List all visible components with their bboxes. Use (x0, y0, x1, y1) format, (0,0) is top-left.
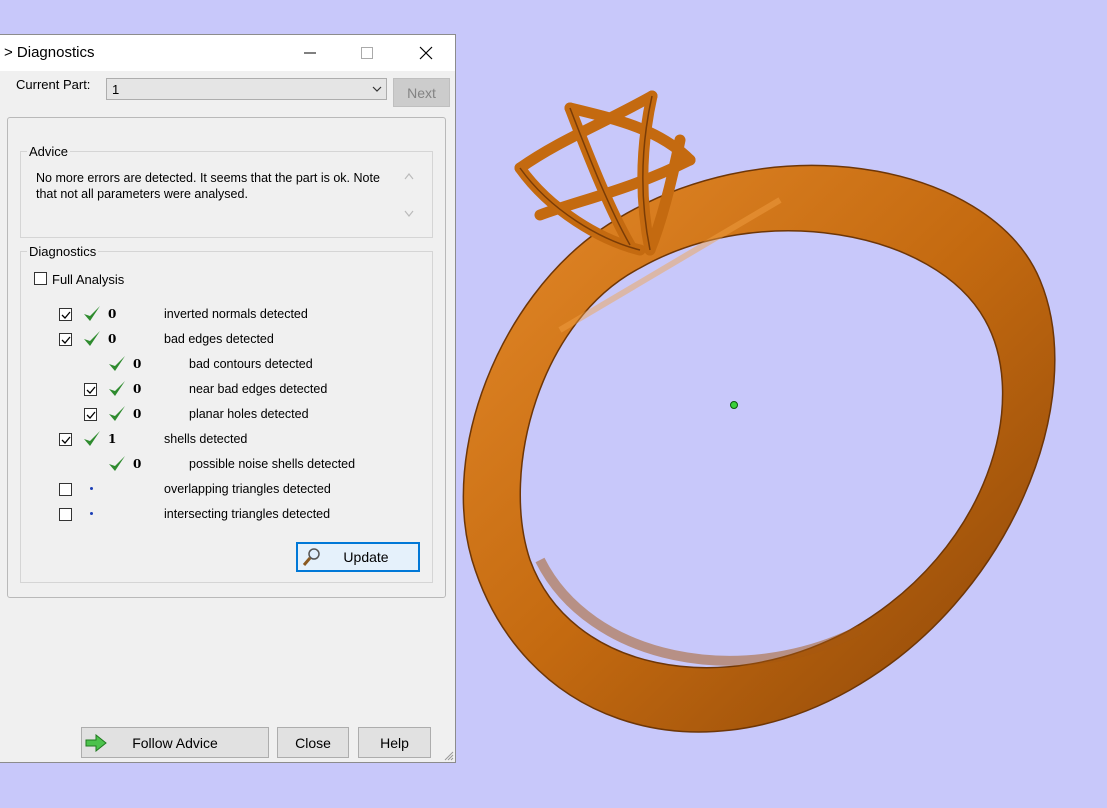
checkmark-icon (61, 311, 71, 319)
minimize-button[interactable] (290, 35, 330, 71)
green-check-icon (107, 354, 127, 377)
diagnostic-count: 0 (133, 357, 142, 371)
diagnostic-label: near bad edges detected (189, 382, 328, 396)
green-check-icon (82, 304, 102, 327)
magnifier-icon (302, 548, 320, 566)
diagnostic-checkbox[interactable] (84, 383, 97, 396)
diagnostic-checkbox[interactable] (59, 333, 72, 346)
diagnostic-label: overlapping triangles detected (164, 482, 331, 496)
pivot-point (730, 401, 738, 409)
maximize-button (347, 35, 387, 71)
pending-dot-icon (90, 487, 93, 490)
diagnostic-count: 0 (108, 332, 117, 346)
window-title: > Diagnostics (4, 44, 95, 61)
diagnostics-group-label: Diagnostics (29, 244, 97, 259)
title-bar[interactable]: > Diagnostics (0, 35, 455, 71)
diagnostic-count: 0 (133, 457, 142, 471)
diagnostic-count: 1 (108, 432, 117, 446)
advice-text: No more errors are detected. It seems th… (36, 171, 380, 201)
checkmark-icon (61, 436, 71, 444)
checkmark-icon (61, 336, 71, 344)
diagnostic-checkbox[interactable] (84, 408, 97, 421)
diagnostic-checkbox[interactable] (59, 433, 72, 446)
diagnostic-label: bad edges detected (164, 332, 274, 346)
diagnostic-checkbox[interactable] (59, 508, 72, 521)
full-analysis-label: Full Analysis (52, 272, 125, 287)
scroll-up-icon[interactable] (404, 172, 414, 180)
diagnostic-checkbox[interactable] (59, 308, 72, 321)
diagnostic-checkbox[interactable] (59, 483, 72, 496)
advice-textbox[interactable]: No more errors are detected. It seems th… (34, 168, 420, 226)
maximize-icon (361, 47, 373, 59)
diagnostic-label: bad contours detected (189, 357, 313, 371)
follow-advice-label: Follow Advice (132, 734, 218, 751)
chevron-down-icon (372, 86, 382, 92)
close-button[interactable]: Close (277, 727, 349, 758)
update-label: Update (343, 549, 389, 565)
arrow-right-icon (85, 734, 107, 752)
green-check-icon (107, 379, 127, 402)
close-window-button[interactable] (406, 35, 446, 71)
full-analysis-checkbox[interactable] (34, 272, 47, 285)
diagnostic-label: shells detected (164, 432, 248, 446)
diagnostic-label: inverted normals detected (164, 307, 308, 321)
next-button: Next (393, 78, 450, 107)
pending-dot-icon (90, 512, 93, 515)
checkmark-icon (86, 411, 96, 419)
diagnostic-label: intersecting triangles detected (164, 507, 331, 521)
diagnostic-count: 0 (108, 307, 117, 321)
scroll-down-icon[interactable] (404, 210, 414, 218)
diagnostic-count: 0 (133, 382, 142, 396)
minimize-icon (304, 52, 316, 54)
green-check-icon (82, 429, 102, 452)
close-icon (419, 46, 433, 60)
advice-group-label: Advice (29, 144, 69, 159)
diagnostic-count: 0 (133, 407, 142, 421)
follow-advice-button[interactable]: Follow Advice (81, 727, 269, 758)
green-check-icon (107, 454, 127, 477)
current-part-select[interactable]: 1 (106, 78, 387, 100)
update-button[interactable]: Update (296, 542, 420, 572)
current-part-label: Current Part: (16, 77, 91, 92)
current-part-value: 1 (112, 82, 120, 97)
checkmark-icon (86, 386, 96, 394)
diagnostic-label: possible noise shells detected (189, 457, 356, 471)
help-button[interactable]: Help (358, 727, 431, 758)
green-check-icon (107, 404, 127, 427)
diagnostics-window: > Diagnostics Current Part: 1 Next Advic… (0, 34, 456, 763)
resize-grip-icon[interactable] (444, 751, 454, 761)
diagnostic-label: planar holes detected (189, 407, 309, 421)
green-check-icon (82, 329, 102, 352)
